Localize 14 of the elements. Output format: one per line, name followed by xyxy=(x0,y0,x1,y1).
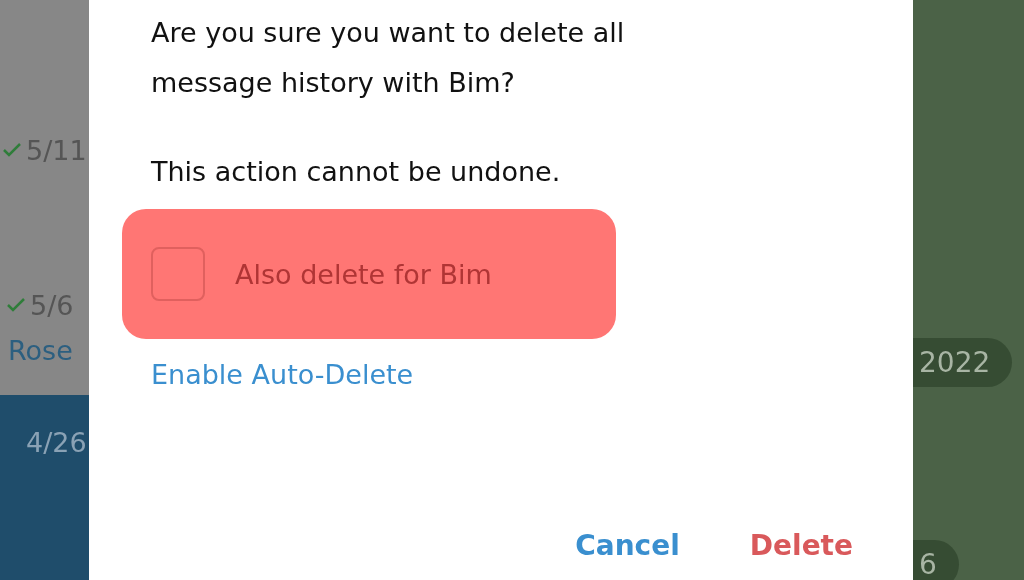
date-badge: 2022 xyxy=(913,338,1013,387)
checkbox-label: Also delete for Bim xyxy=(235,258,492,290)
delete-button[interactable]: Delete xyxy=(729,525,873,566)
selected-chat-row[interactable]: 4/26 xyxy=(0,395,89,580)
delete-for-contact-checkbox[interactable]: Also delete for Bim xyxy=(151,247,492,301)
dialog-message: Are you sure you want to delete all message history with Bim? xyxy=(151,16,626,100)
date-badge: 6 xyxy=(913,540,959,580)
cancel-button[interactable]: Cancel xyxy=(555,525,700,566)
chat-date: 4/26 xyxy=(26,427,87,458)
chat-row[interactable]: Rose xyxy=(0,325,89,375)
dialog-warning: This action cannot be undone. xyxy=(151,156,562,187)
chat-name: Rose xyxy=(8,334,73,366)
checkbox[interactable] xyxy=(151,247,205,301)
auto-delete-link[interactable]: Enable Auto-Delete xyxy=(151,359,414,390)
